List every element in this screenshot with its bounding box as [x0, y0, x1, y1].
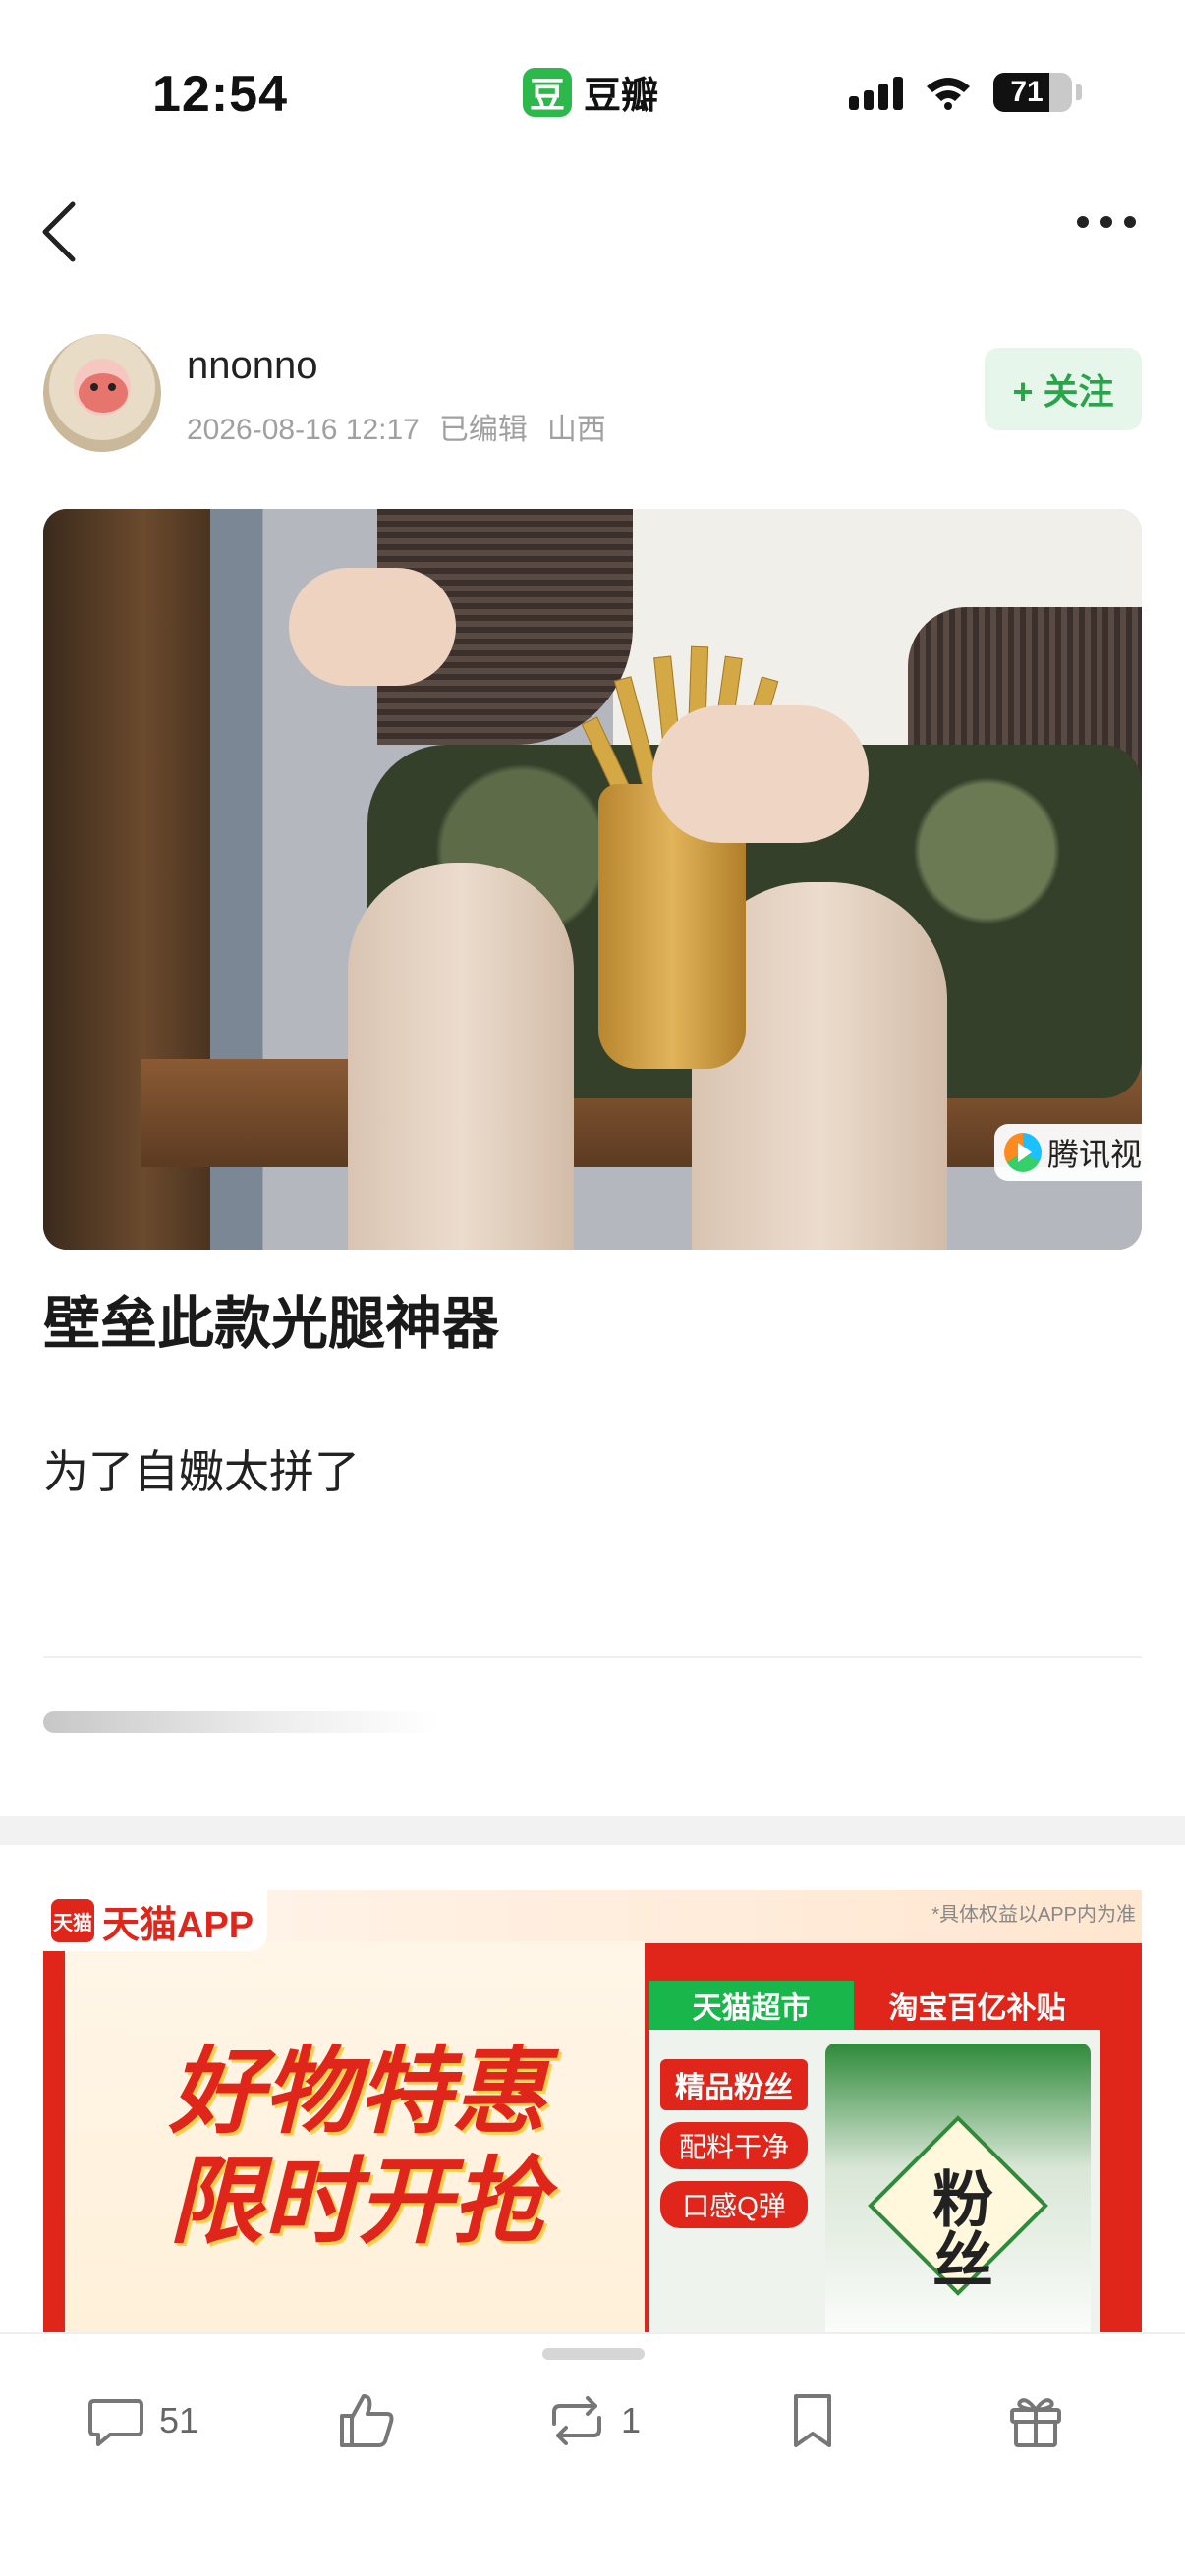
like-button[interactable]	[336, 2381, 397, 2460]
battery-icon: 71	[993, 73, 1072, 112]
ad-product-text: 粉丝	[923, 2167, 990, 2289]
like-icon	[340, 2394, 394, 2447]
section-separator	[0, 1816, 1185, 1845]
edited-label: 已编辑	[438, 414, 528, 446]
ad-feature: 口感Q弹	[660, 2181, 808, 2228]
bookmark-button[interactable]	[786, 2381, 839, 2460]
post-detail-page: 12:54 豆 豆瓣 71 nnonno 2026-08-16 12:17 已编…	[0, 0, 1185, 2576]
gift-icon	[1010, 2398, 1061, 2447]
divider	[43, 1656, 1142, 1658]
ad-product-panel: 天猫超市 淘宝百亿补贴 精品粉丝 配料干净 口感Q弹 粉丝	[649, 1981, 1100, 2332]
avatar[interactable]	[43, 334, 161, 452]
ad-tag-subsidy: 淘宝百亿补贴	[854, 1981, 1100, 2030]
post-body: 为了自嫐太拼了	[43, 1446, 360, 1497]
repost-icon	[552, 2396, 601, 2445]
douban-logo-icon: 豆	[523, 67, 572, 117]
battery-cap	[1076, 84, 1082, 100]
repost-button[interactable]: 1	[546, 2381, 641, 2460]
post-image[interactable]: 腾讯视	[43, 509, 1142, 1250]
status-time: 12:54	[152, 66, 288, 123]
tencent-video-logo-icon	[1004, 1133, 1042, 1172]
video-watermark: 腾讯视	[994, 1124, 1142, 1181]
status-app-indicator: 豆 豆瓣	[523, 65, 658, 119]
more-options-button[interactable]	[1077, 216, 1136, 228]
post-location: 山西	[546, 414, 606, 446]
ad-slogan-line2: 限时开抢	[169, 2150, 546, 2255]
ad-slogan: 好物特惠 限时开抢	[83, 2038, 633, 2258]
bookmark-icon	[794, 2394, 831, 2447]
ad-product-image: 粉丝	[825, 2044, 1091, 2332]
status-indicators: 71	[849, 73, 1082, 112]
top-nav	[0, 157, 1185, 295]
battery-level: 71	[1010, 76, 1044, 108]
comment-icon	[88, 2399, 143, 2446]
ad-badge: 天猫 天猫APP	[43, 1890, 268, 1951]
wifi-icon	[925, 75, 972, 110]
loading-placeholder	[43, 1711, 440, 1733]
drag-handle[interactable]	[542, 2348, 645, 2360]
watermark-text: 腾讯视	[1046, 1137, 1142, 1172]
ad-tag-tmall-supermarket: 天猫超市	[649, 1981, 855, 2030]
post-meta: 2026-08-16 12:17 已编辑 山西	[187, 405, 626, 448]
post-title: 壁垒此款光腿神器	[43, 1292, 500, 1356]
app-name: 豆瓣	[584, 76, 659, 117]
status-bar: 12:54 豆 豆瓣 71	[0, 0, 1185, 157]
comments-count: 51	[159, 2400, 199, 2440]
author-name[interactable]: nnonno	[187, 344, 317, 388]
ad-slogan-line1: 好物特惠	[169, 2040, 546, 2145]
reposts-count: 1	[621, 2400, 642, 2440]
follow-button[interactable]: + 关注	[985, 348, 1142, 430]
ad-badge-text: 天猫APP	[102, 1904, 254, 1946]
comment-button[interactable]: 51	[86, 2381, 198, 2460]
more-horizontal-icon	[1077, 216, 1089, 228]
post-date: 2026-08-16 12:17	[187, 414, 420, 446]
cellular-signal-icon	[849, 75, 903, 110]
chevron-left-icon	[42, 201, 76, 262]
ad-feature-head: 精品粉丝	[660, 2059, 808, 2110]
back-button[interactable]	[39, 193, 98, 271]
gift-button[interactable]	[1006, 2381, 1065, 2460]
ad-feature: 配料干净	[660, 2122, 808, 2169]
ad-disclaimer: *具体权益以APP内为准	[931, 1904, 1136, 1926]
tmall-logo-icon: 天猫	[51, 1899, 94, 1942]
author-row: nnonno 2026-08-16 12:17 已编辑 山西 + 关注	[43, 334, 1142, 452]
ad-banner[interactable]: 天猫 天猫APP *具体权益以APP内为准 好物特惠 限时开抢 天猫超市 淘宝百…	[43, 1890, 1142, 2332]
ad-features: 精品粉丝 配料干净 口感Q弹	[660, 2059, 808, 2228]
bottom-action-bar: 51 1	[0, 2332, 1185, 2576]
